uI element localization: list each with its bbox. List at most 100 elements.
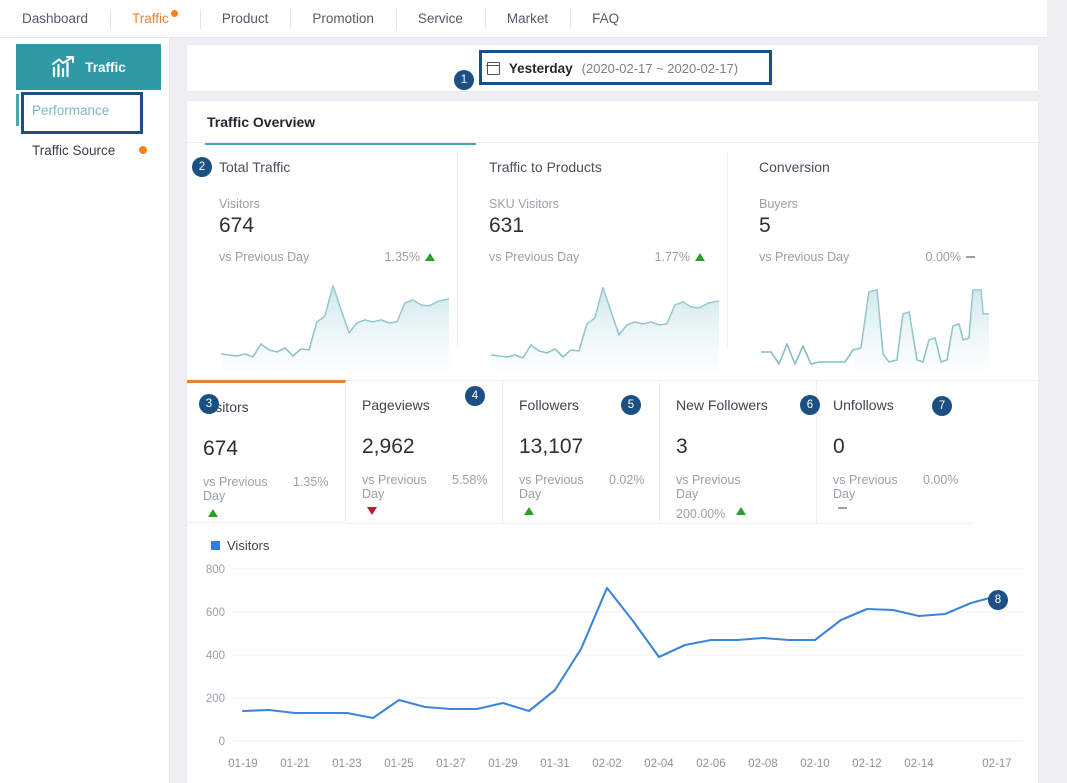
nav-label: Traffic — [132, 11, 169, 26]
nav-item-service[interactable]: Service — [396, 0, 485, 38]
svg-text:02-12: 02-12 — [852, 758, 881, 770]
metric-tab-comparison: vs Previous Day 0.02% — [519, 473, 645, 515]
date-range-picker[interactable]: Yesterday (2020-02-17 ~ 2020-02-17) — [471, 54, 754, 83]
sidebar-item-traffic-source-wrap: Traffic Source — [0, 130, 169, 170]
svg-text:02-10: 02-10 — [800, 758, 829, 770]
total-traffic-spark — [219, 278, 435, 370]
svg-text:01-23: 01-23 — [332, 758, 361, 770]
metric-tab-label: New Followers — [676, 397, 768, 413]
svg-text:800: 800 — [206, 564, 225, 576]
sidebar: Traffic Performance Traffic Source — [0, 38, 170, 783]
card-value: 5 — [759, 214, 975, 238]
svg-text:02-08: 02-08 — [748, 758, 777, 770]
metric-compare-pct: 200.00% — [676, 507, 725, 521]
nav-item-product[interactable]: Product — [200, 0, 291, 38]
sidebar-item-traffic-source[interactable]: Traffic Source — [0, 130, 169, 170]
panel-header: Traffic Overview — [187, 101, 1038, 143]
card-traffic-to-products[interactable]: Traffic to Products SKU Visitors 631 vs … — [457, 143, 727, 380]
trend-down-icon — [367, 507, 377, 515]
metric-tab-value: 0 — [833, 435, 960, 459]
svg-text:01-29: 01-29 — [488, 758, 517, 770]
chart-legend[interactable]: Visitors — [211, 538, 1022, 553]
annotation-badge-2: 2 — [192, 157, 212, 177]
metric-compare-label: vs Previous Day — [519, 473, 603, 501]
nav-label: Product — [222, 11, 269, 26]
annotation-badge-4: 4 — [465, 386, 485, 406]
sidebar-item-label: Traffic Source — [32, 143, 115, 158]
metric-tab-comparison: vs Previous Day 200.00% — [676, 473, 802, 521]
nav-item-dashboard[interactable]: Dashboard — [0, 0, 110, 38]
card-title: Traffic to Products — [489, 159, 705, 175]
metric-compare-pct: 1.35% — [293, 475, 328, 503]
app-root: Dashboard Traffic Product Promotion Serv… — [0, 0, 1067, 783]
svg-text:01-31: 01-31 — [540, 758, 569, 770]
card-comparison: vs Previous Day 1.35% — [219, 250, 435, 264]
card-value: 631 — [489, 214, 705, 238]
svg-text:02-17: 02-17 — [982, 758, 1011, 770]
sidebar-item-label: Performance — [32, 103, 109, 118]
nav-label: Service — [418, 11, 463, 26]
conversion-spark — [759, 278, 975, 370]
svg-text:01-19: 01-19 — [228, 758, 257, 770]
metric-tab-label: Pageviews — [362, 397, 430, 413]
metric-compare-pct: 0.02% — [609, 473, 644, 501]
date-preset-label: Yesterday — [509, 61, 573, 76]
sidebar-item-performance[interactable]: Performance — [0, 90, 169, 130]
nav-item-traffic[interactable]: Traffic — [110, 0, 200, 38]
top-navigation: Dashboard Traffic Product Promotion Serv… — [0, 0, 1047, 38]
legend-swatch-visitors — [211, 541, 220, 550]
trend-up-icon — [208, 509, 218, 517]
svg-text:02-14: 02-14 — [904, 758, 934, 770]
trend-up-icon — [425, 253, 435, 261]
card-comparison: vs Previous Day 1.77% — [489, 250, 705, 264]
card-title: Total Traffic — [219, 159, 435, 175]
metric-tab-value: 3 — [676, 435, 802, 459]
card-compare-pct: 0.00% — [926, 250, 961, 264]
card-total-traffic[interactable]: Total Traffic Visitors 674 vs Previous D… — [187, 143, 457, 380]
card-compare-pct: 1.35% — [385, 250, 420, 264]
svg-text:01-27: 01-27 — [436, 758, 465, 770]
metric-tab-label: Followers — [519, 397, 579, 413]
svg-text:02-06: 02-06 — [696, 758, 725, 770]
main-content: Yesterday (2020-02-17 ~ 2020-02-17) Traf… — [170, 38, 1047, 783]
svg-text:02-02: 02-02 — [592, 758, 621, 770]
metric-tab-new-followers[interactable]: New Followers 3 vs Previous Day 200.00% — [660, 381, 817, 524]
metric-tab-value: 674 — [203, 437, 331, 461]
nav-label: FAQ — [592, 11, 619, 26]
svg-text:200: 200 — [206, 693, 225, 705]
svg-text:02-04: 02-04 — [644, 758, 674, 770]
traffic-overview-panel: Traffic Overview Total Traffic Visitors … — [186, 100, 1039, 783]
card-compare-pct: 1.77% — [655, 250, 690, 264]
notification-dot-icon — [171, 10, 178, 17]
annotation-badge-7: 7 — [932, 396, 952, 416]
annotation-badge-3: 3 — [199, 394, 219, 414]
card-compare-label: vs Previous Day — [219, 250, 309, 264]
svg-text:400: 400 — [206, 650, 225, 662]
metric-tab-header: New Followers — [676, 397, 802, 413]
nav-label: Market — [507, 11, 548, 26]
trend-flat-icon — [966, 256, 975, 258]
notification-dot-icon — [139, 146, 147, 154]
card-title: Conversion — [759, 159, 975, 175]
svg-text:600: 600 — [206, 607, 225, 619]
bar-chart-arrow-icon — [51, 56, 77, 78]
metric-compare-label: vs Previous Day — [203, 475, 287, 503]
date-range-label: (2020-02-17 ~ 2020-02-17) — [582, 61, 738, 76]
annotation-badge-1: 1 — [454, 70, 474, 90]
card-metric-name: Buyers — [759, 197, 975, 211]
visitors-line-chart: Visitors 800 600 400 200 0 — [187, 524, 1038, 783]
metric-tab-comparison: vs Previous Day 1.35% — [203, 475, 331, 517]
metric-tab-value: 13,107 — [519, 435, 645, 459]
overview-cards: Total Traffic Visitors 674 vs Previous D… — [187, 143, 1038, 380]
card-comparison: vs Previous Day 0.00% — [759, 250, 975, 264]
nav-item-promotion[interactable]: Promotion — [290, 0, 396, 38]
nav-item-market[interactable]: Market — [485, 0, 570, 38]
svg-text:01-21: 01-21 — [280, 758, 309, 770]
card-conversion[interactable]: Conversion Buyers 5 vs Previous Day 0.00… — [727, 143, 997, 380]
panel-title: Traffic Overview — [207, 114, 315, 130]
nav-item-faq[interactable]: FAQ — [570, 0, 641, 38]
metric-compare-label: vs Previous Day — [676, 473, 760, 501]
annotation-badge-5: 5 — [621, 395, 641, 415]
nav-label: Dashboard — [22, 11, 88, 26]
annotation-badge-6: 6 — [800, 395, 820, 415]
